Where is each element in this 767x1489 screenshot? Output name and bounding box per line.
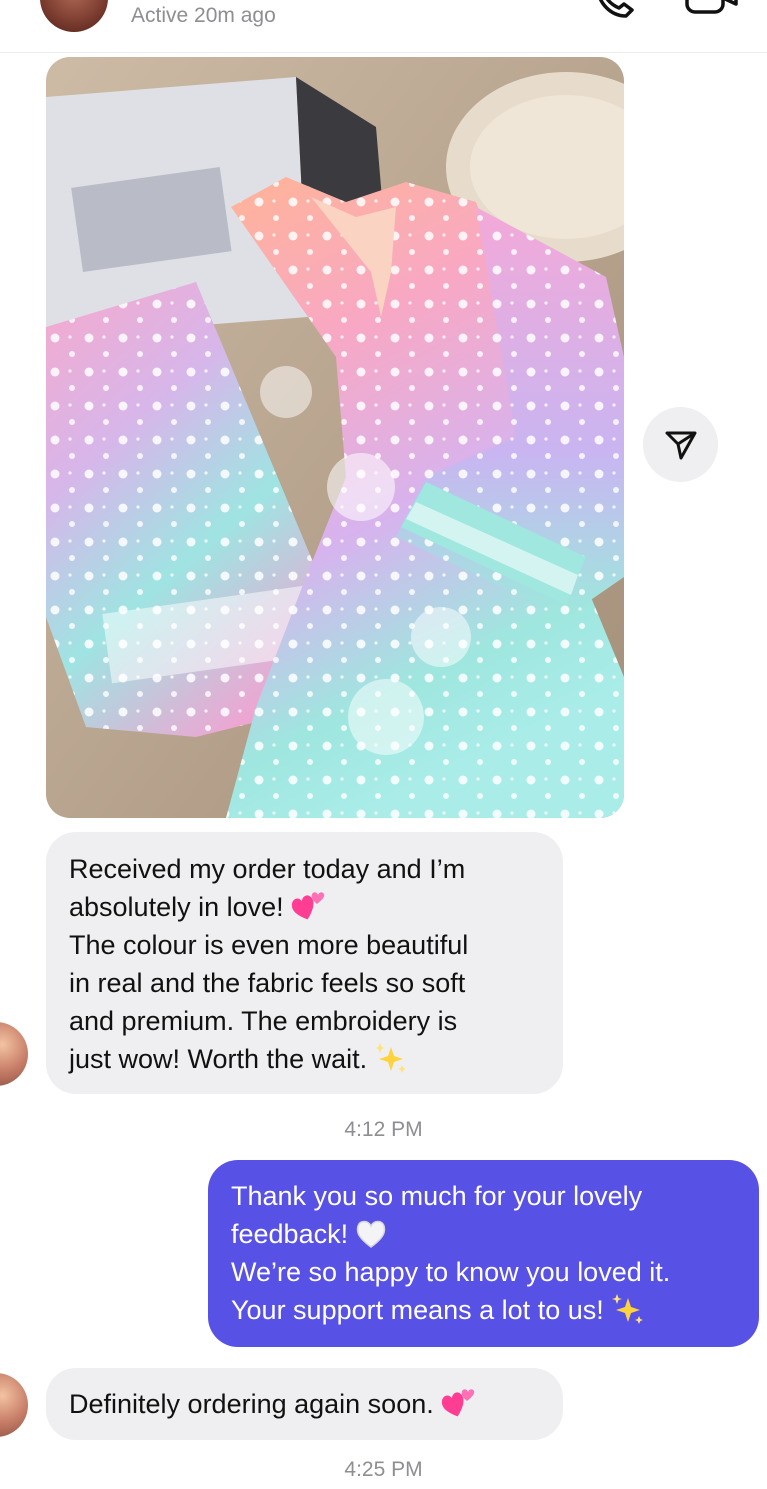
message-text: feedback! bbox=[231, 1219, 349, 1249]
message-bubble-incoming[interactable]: Definitely ordering again soon. bbox=[46, 1368, 563, 1440]
white-heart-emoji bbox=[356, 1220, 386, 1248]
message-text: Received my order today and I’m bbox=[69, 854, 466, 884]
message-bubble-outgoing[interactable]: Thank you so much for your lovely feedba… bbox=[208, 1160, 759, 1347]
video-camera-icon[interactable] bbox=[684, 0, 740, 20]
contact-avatar[interactable] bbox=[40, 0, 108, 32]
message-timestamp: 4:12 PM bbox=[344, 1118, 423, 1141]
message-text: We’re so happy to know you loved it. bbox=[231, 1257, 671, 1287]
message-bubble-incoming[interactable]: Received my order today and I’m absolute… bbox=[46, 832, 563, 1094]
message-text: The colour is even more beautiful bbox=[69, 930, 469, 960]
paper-plane-icon bbox=[665, 431, 696, 459]
message-text: absolutely in love! bbox=[69, 892, 284, 922]
chat-header: Active 20m ago bbox=[0, 0, 767, 53]
two-hearts-emoji bbox=[441, 1389, 474, 1417]
sparkles-emoji bbox=[375, 1042, 407, 1073]
sender-avatar[interactable] bbox=[0, 1373, 28, 1437]
message-text: just wow! Worth the wait. bbox=[69, 1044, 368, 1074]
two-hearts-emoji bbox=[291, 892, 324, 920]
sparkles-emoji bbox=[611, 1293, 643, 1324]
message-text-line: Your support means a lot to us! bbox=[231, 1291, 739, 1329]
sender-avatar[interactable] bbox=[0, 1022, 28, 1086]
kurta-photo-illustration bbox=[46, 57, 624, 818]
message-text: Definitely ordering again soon. bbox=[69, 1389, 434, 1419]
message-text: Thank you so much for your lovely bbox=[231, 1181, 643, 1211]
message-text-line: just wow! Worth the wait. bbox=[69, 1040, 541, 1078]
message-text: and premium. The embroidery is bbox=[69, 1006, 458, 1036]
share-button[interactable] bbox=[643, 407, 718, 482]
message-text-line: absolutely in love! bbox=[69, 888, 541, 926]
phone-icon[interactable] bbox=[592, 0, 638, 20]
message-timestamp: 4:25 PM bbox=[344, 1458, 423, 1481]
message-text-line: Definitely ordering again soon. bbox=[69, 1385, 543, 1423]
active-status: Active 20m ago bbox=[131, 4, 276, 27]
shared-photo[interactable] bbox=[46, 57, 624, 818]
message-text: Your support means a lot to us! bbox=[231, 1295, 604, 1325]
message-text-line: feedback! bbox=[231, 1215, 739, 1253]
message-text: in real and the fabric feels so soft bbox=[69, 968, 466, 998]
